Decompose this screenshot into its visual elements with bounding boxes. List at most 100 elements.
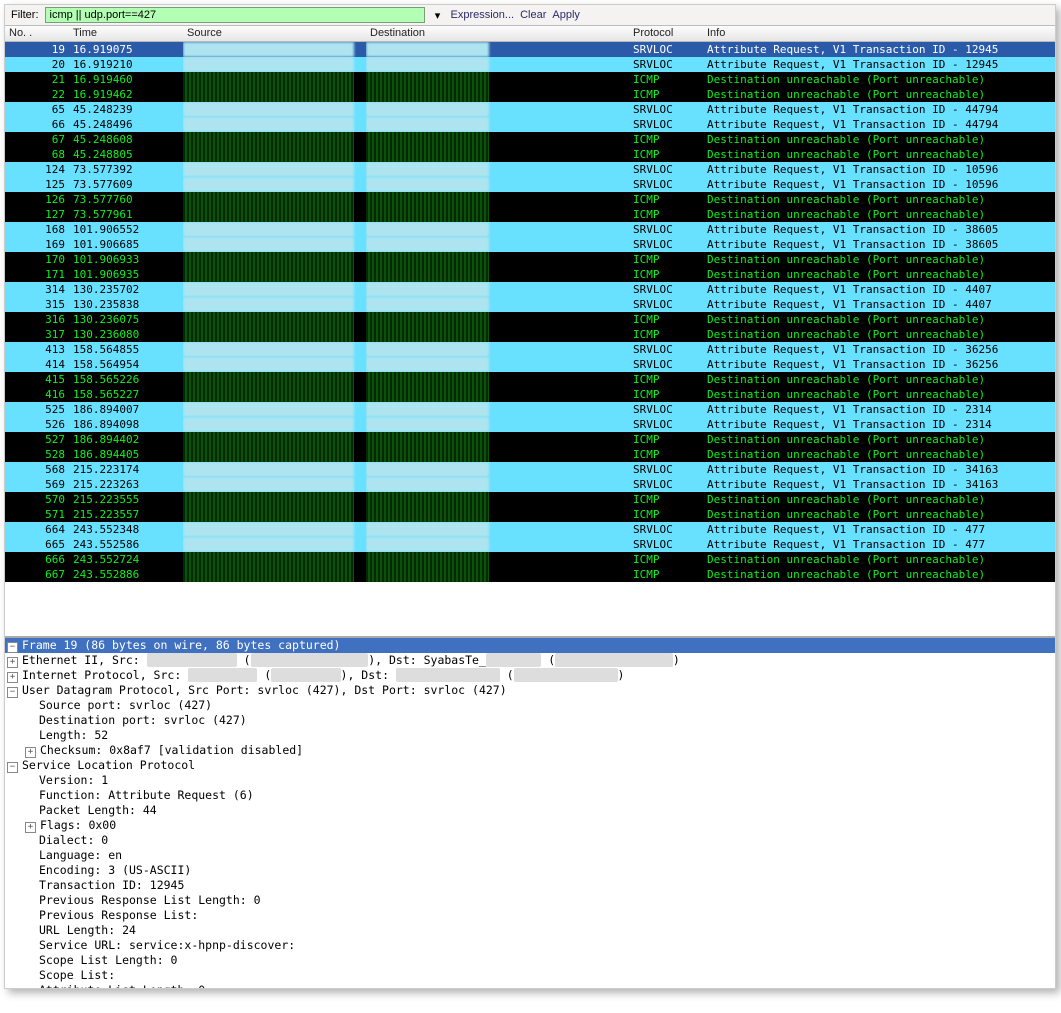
packet-row[interactable]: 527186.894402ICMPDestination unreachable…	[5, 432, 1055, 447]
packet-row[interactable]: 6645.248496SRVLOCAttribute Request, V1 T…	[5, 117, 1055, 132]
clear-button[interactable]: Clear	[520, 9, 546, 21]
packet-details[interactable]: −Frame 19 (86 bytes on wire, 86 bytes ca…	[5, 638, 1055, 988]
packet-row[interactable]: 169101.906685SRVLOCAttribute Request, V1…	[5, 237, 1055, 252]
col-header-proto[interactable]: Protocol	[629, 26, 703, 41]
packet-row[interactable]: 415158.565226ICMPDestination unreachable…	[5, 372, 1055, 387]
expand-icon[interactable]: +	[7, 657, 18, 668]
cell-no: 416	[5, 387, 69, 402]
packet-row[interactable]: 317130.236080ICMPDestination unreachable…	[5, 327, 1055, 342]
col-header-dest[interactable]: Destination	[366, 26, 629, 41]
packet-row[interactable]: 525186.894007SRVLOCAttribute Request, V1…	[5, 402, 1055, 417]
cell-source	[183, 402, 366, 417]
cell-source	[183, 42, 366, 57]
cell-protocol: SRVLOC	[629, 297, 703, 312]
packet-row[interactable]: 528186.894405ICMPDestination unreachable…	[5, 447, 1055, 462]
packet-row[interactable]: 12573.577609SRVLOCAttribute Request, V1 …	[5, 177, 1055, 192]
packet-row[interactable]: 316130.236075ICMPDestination unreachable…	[5, 312, 1055, 327]
cell-info: Attribute Request, V1 Transaction ID - 4…	[703, 102, 1055, 117]
packet-row[interactable]: 1916.919075SRVLOCAttribute Request, V1 T…	[5, 42, 1055, 57]
cell-no: 568	[5, 462, 69, 477]
packet-row[interactable]: 526186.894098SRVLOCAttribute Request, V1…	[5, 417, 1055, 432]
packet-row[interactable]: 314130.235702SRVLOCAttribute Request, V1…	[5, 282, 1055, 297]
packet-row[interactable]: 666243.552724ICMPDestination unreachable…	[5, 552, 1055, 567]
cell-source	[183, 357, 366, 372]
cell-time: 73.577609	[69, 177, 183, 192]
col-header-source[interactable]: Source	[183, 26, 366, 41]
cell-protocol: ICMP	[629, 567, 703, 582]
expression-button[interactable]: Expression...	[451, 9, 515, 21]
apply-button[interactable]: Apply	[552, 9, 580, 21]
cell-protocol: SRVLOC	[629, 357, 703, 372]
expand-icon[interactable]: −	[7, 762, 18, 773]
cell-info: Attribute Request, V1 Transaction ID - 3…	[703, 237, 1055, 252]
cell-info: Attribute Request, V1 Transaction ID - 3…	[703, 222, 1055, 237]
cell-info: Attribute Request, V1 Transaction ID - 2…	[703, 417, 1055, 432]
packet-row[interactable]: 413158.564855SRVLOCAttribute Request, V1…	[5, 342, 1055, 357]
packet-row[interactable]: 2216.919462ICMPDestination unreachable (…	[5, 87, 1055, 102]
packet-row[interactable]: 6545.248239SRVLOCAttribute Request, V1 T…	[5, 102, 1055, 117]
cell-no: 527	[5, 432, 69, 447]
packet-row[interactable]: 6745.248608ICMPDestination unreachable (…	[5, 132, 1055, 147]
expand-icon[interactable]: −	[7, 642, 18, 653]
cell-source	[183, 192, 366, 207]
cell-dest	[366, 387, 629, 402]
expand-icon[interactable]: +	[25, 747, 36, 758]
cell-info: Attribute Request, V1 Transaction ID - 1…	[703, 57, 1055, 72]
expand-icon[interactable]: +	[7, 672, 18, 683]
packet-list[interactable]: No. . Time Source Destination Protocol I…	[5, 26, 1055, 638]
cell-no: 21	[5, 72, 69, 87]
col-header-no[interactable]: No. .	[5, 26, 69, 41]
cell-dest	[366, 342, 629, 357]
cell-dest	[366, 327, 629, 342]
packet-row[interactable]: 414158.564954SRVLOCAttribute Request, V1…	[5, 357, 1055, 372]
packet-row[interactable]: 568215.223174SRVLOCAttribute Request, V1…	[5, 462, 1055, 477]
cell-protocol: SRVLOC	[629, 342, 703, 357]
packet-row[interactable]: 416158.565227ICMPDestination unreachable…	[5, 387, 1055, 402]
cell-source	[183, 267, 366, 282]
cell-protocol: ICMP	[629, 387, 703, 402]
cell-info: Destination unreachable (Port unreachabl…	[703, 252, 1055, 267]
packet-row[interactable]: 2116.919460ICMPDestination unreachable (…	[5, 72, 1055, 87]
cell-time: 158.565226	[69, 372, 183, 387]
cell-info: Destination unreachable (Port unreachabl…	[703, 372, 1055, 387]
col-header-info[interactable]: Info	[703, 26, 1055, 41]
cell-time: 215.223557	[69, 507, 183, 522]
expand-icon[interactable]: −	[7, 687, 18, 698]
cell-time: 243.552586	[69, 537, 183, 552]
cell-no: 66	[5, 117, 69, 132]
packet-row[interactable]: 168101.906552SRVLOCAttribute Request, V1…	[5, 222, 1055, 237]
packet-row[interactable]: 12773.577961ICMPDestination unreachable …	[5, 207, 1055, 222]
col-header-time[interactable]: Time	[69, 26, 183, 41]
cell-dest	[366, 447, 629, 462]
packet-row[interactable]: 2016.919210SRVLOCAttribute Request, V1 T…	[5, 57, 1055, 72]
cell-time: 158.564855	[69, 342, 183, 357]
cell-no: 665	[5, 537, 69, 552]
packet-row[interactable]: 569215.223263SRVLOCAttribute Request, V1…	[5, 477, 1055, 492]
packet-row[interactable]: 171101.906935ICMPDestination unreachable…	[5, 267, 1055, 282]
slp-url-len: URL Length: 24	[5, 923, 1055, 938]
packet-row[interactable]: 570215.223555ICMPDestination unreachable…	[5, 492, 1055, 507]
cell-time: 73.577760	[69, 192, 183, 207]
packet-row[interactable]: 12473.577392SRVLOCAttribute Request, V1 …	[5, 162, 1055, 177]
cell-info: Attribute Request, V1 Transaction ID - 4…	[703, 282, 1055, 297]
filter-input[interactable]	[45, 7, 425, 23]
packet-row[interactable]: 12673.577760ICMPDestination unreachable …	[5, 192, 1055, 207]
slp-scope: Scope List:	[5, 968, 1055, 983]
filter-dropdown-icon[interactable]: ▾	[431, 9, 445, 22]
packet-row[interactable]: 571215.223557ICMPDestination unreachable…	[5, 507, 1055, 522]
packet-row[interactable]: 664243.552348SRVLOCAttribute Request, V1…	[5, 522, 1055, 537]
cell-protocol: ICMP	[629, 312, 703, 327]
cell-no: 169	[5, 237, 69, 252]
packet-row[interactable]: 667243.552886ICMPDestination unreachable…	[5, 567, 1055, 582]
cell-protocol: ICMP	[629, 147, 703, 162]
packet-row[interactable]: 170101.906933ICMPDestination unreachable…	[5, 252, 1055, 267]
cell-source	[183, 432, 366, 447]
cell-protocol: ICMP	[629, 267, 703, 282]
cell-info: Destination unreachable (Port unreachabl…	[703, 207, 1055, 222]
expand-icon[interactable]: +	[25, 822, 36, 833]
cell-info: Attribute Request, V1 Transaction ID - 3…	[703, 357, 1055, 372]
packet-row[interactable]: 315130.235838SRVLOCAttribute Request, V1…	[5, 297, 1055, 312]
packet-row[interactable]: 6845.248805ICMPDestination unreachable (…	[5, 147, 1055, 162]
cell-dest	[366, 552, 629, 567]
packet-row[interactable]: 665243.552586SRVLOCAttribute Request, V1…	[5, 537, 1055, 552]
